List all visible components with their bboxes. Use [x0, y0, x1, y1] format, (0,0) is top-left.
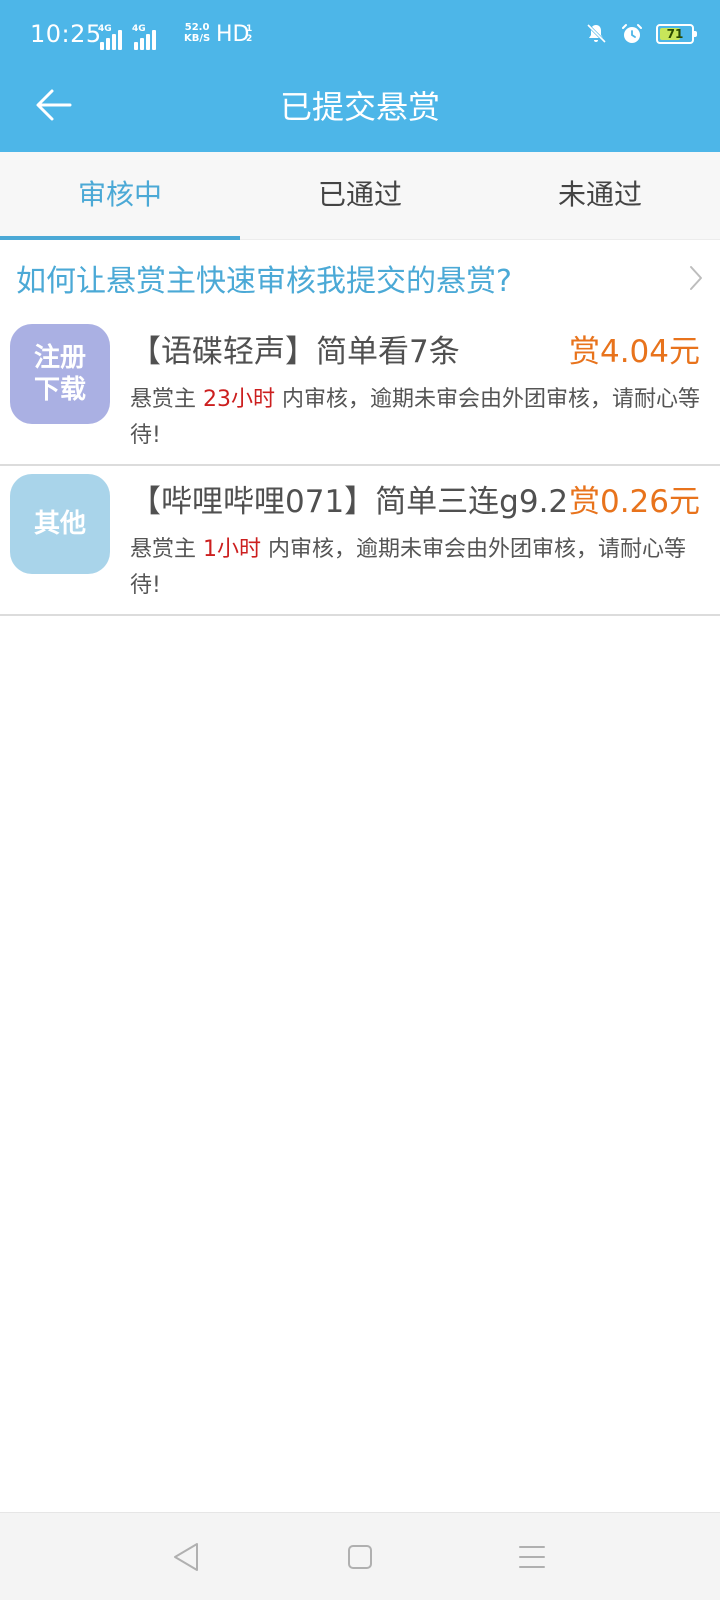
faq-text: 如何让悬赏主快速审核我提交的悬赏?	[16, 264, 512, 299]
nav-bar: 已提交悬赏	[0, 72, 720, 152]
signal-indicators: 4G 4G	[98, 22, 156, 50]
item-reward: 赏4.04元	[568, 334, 700, 370]
network-speed: 52.0 KB/S	[184, 22, 211, 44]
status-right: 71	[584, 22, 697, 46]
item-reward: 赏0.26元	[568, 484, 700, 520]
review-deadline: 1小时	[203, 537, 261, 562]
tab-bar: 审核中 已通过 未通过	[0, 152, 720, 240]
bell-off-icon	[586, 23, 607, 44]
nav-back-button[interactable]	[166, 1537, 206, 1577]
faq-link[interactable]: 如何让悬赏主快速审核我提交的悬赏?	[0, 240, 720, 316]
review-deadline: 23小时	[203, 387, 275, 412]
signal-2-icon: 4G	[132, 24, 156, 50]
chevron-right-icon	[690, 266, 702, 290]
menu-lines-icon	[519, 1546, 545, 1568]
item-description: 悬赏主 23小时 内审核，逾期未审会由外团审核，请耐心等待!	[130, 387, 700, 448]
page-title: 已提交悬赏	[279, 88, 440, 126]
status-time: 10:25	[30, 20, 102, 48]
nav-home-button[interactable]	[340, 1537, 380, 1577]
signal-1-icon: 4G	[98, 24, 122, 50]
item-title: 【哔哩哔哩071】简单三连g9.2	[130, 484, 569, 520]
tab-approved[interactable]: 已通过	[240, 152, 480, 239]
status-bar: 10:25 4G 4G 52.0 KB/S HD 1 2 71	[0, 0, 720, 72]
list-item[interactable]: 注册 下载 【语碟轻声】简单看7条 赏4.04元 悬赏主 23小时 内审核，逾期…	[0, 316, 720, 466]
category-icon-other: 其他	[10, 474, 110, 574]
item-description: 悬赏主 1小时 内审核，逾期未审会由外团审核，请耐心等待!	[130, 537, 686, 598]
system-nav-bar	[0, 1512, 720, 1600]
square-home-icon	[348, 1545, 372, 1569]
hd-label: HD	[216, 22, 250, 47]
tab-reviewing[interactable]: 审核中	[0, 152, 240, 240]
list-item[interactable]: 其他 【哔哩哔哩071】简单三连g9.2 赏0.26元 悬赏主 1小时 内审核，…	[0, 466, 720, 616]
nav-menu-button[interactable]	[512, 1537, 552, 1577]
hd-sub-label: 1 2	[246, 24, 253, 44]
tab-rejected[interactable]: 未通过	[480, 152, 720, 239]
item-title: 【语碟轻声】简单看7条	[130, 334, 460, 370]
battery-icon: 71	[656, 24, 697, 44]
triangle-back-icon	[174, 1543, 198, 1571]
app-header: 10:25 4G 4G 52.0 KB/S HD 1 2 71 已提交悬赏	[0, 0, 720, 152]
submission-list: 注册 下载 【语碟轻声】简单看7条 赏4.04元 悬赏主 23小时 内审核，逾期…	[0, 316, 720, 616]
category-icon-register-download: 注册 下载	[10, 324, 110, 424]
alarm-icon	[622, 24, 642, 43]
